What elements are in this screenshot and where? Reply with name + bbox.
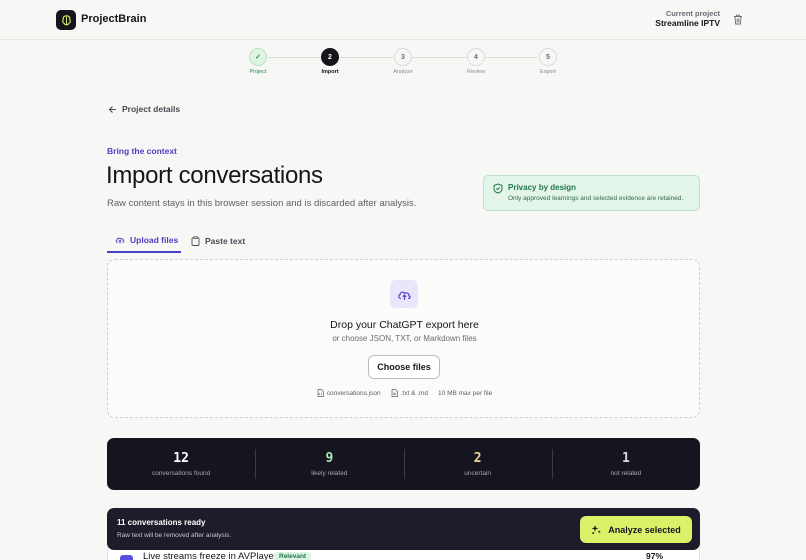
tab-label: Upload files <box>130 234 179 245</box>
back-link[interactable]: Project details <box>108 104 180 114</box>
step-indicator: 2 <box>321 48 339 66</box>
app-logo-icon[interactable] <box>56 10 76 30</box>
stat-likely-related: 9 likely related <box>255 438 403 490</box>
privacy-text: Only approved learnings and selected evi… <box>508 195 684 202</box>
ready-title: 11 conversations ready <box>117 518 206 527</box>
step-indicator: 4 <box>467 48 485 66</box>
step-label: Analyze <box>393 69 413 75</box>
stat-value: 1 <box>621 451 630 466</box>
dropzone-subtitle: or choose JSON, TXT, or Markdown files <box>332 334 477 343</box>
step-label: Export <box>540 69 556 75</box>
app-name: ProjectBrain <box>81 13 147 25</box>
arrow-left-icon <box>108 105 116 113</box>
file-hints: conversations.json .txt & .md 10 MB max … <box>108 389 701 397</box>
tab-label: Paste text <box>205 235 246 246</box>
page-subtitle: Raw content stays in this browser sessio… <box>107 198 417 209</box>
progress-stepper: ✓ Project 2 Import 3 Analyze 4 Review 5 … <box>248 48 558 80</box>
relevance-score: 97% <box>645 551 663 560</box>
section-eyebrow: Bring the context <box>107 146 177 156</box>
stat-label: conversations found <box>152 470 211 477</box>
current-project-name[interactable]: Streamline IPTV <box>655 18 720 28</box>
step-export: 5 Export <box>538 48 558 75</box>
stat-label: likely related <box>311 470 348 477</box>
stat-label: uncertain <box>464 470 491 477</box>
sparkle-icon <box>591 525 602 535</box>
step-indicator: 5 <box>539 48 557 66</box>
step-indicator: ✓ <box>249 48 267 66</box>
back-link-label: Project details <box>122 104 181 114</box>
conversation-title: Live streams freeze in AVPlayer <box>143 551 277 560</box>
current-project-label: Current project <box>665 9 720 18</box>
import-tabs: Upload files Paste text <box>107 228 700 253</box>
hint-label: 10 MB max per file <box>438 389 493 397</box>
step-label: Import <box>321 69 339 75</box>
cloud-upload-icon <box>397 291 411 300</box>
analyze-selected-button[interactable]: Analyze selected <box>580 516 692 543</box>
stat-value: 2 <box>473 451 482 466</box>
cloud-upload-icon <box>115 237 125 244</box>
brain-icon <box>61 14 71 25</box>
stat-label: not related <box>610 470 642 477</box>
step-indicator: 3 <box>394 48 412 66</box>
choose-files-button[interactable]: Choose files <box>368 355 440 379</box>
analyze-button-label: Analyze selected <box>608 524 681 535</box>
top-bar: ProjectBrain Current project Streamline … <box>0 0 806 40</box>
file-dropzone[interactable]: Drop your ChatGPT export here or choose … <box>107 259 700 418</box>
file-code-icon <box>317 389 324 397</box>
ready-bar: 11 conversations ready Raw text will be … <box>107 508 700 550</box>
hint-label: .txt & .md <box>400 389 429 397</box>
privacy-notice: Privacy by design Only approved learning… <box>483 175 700 211</box>
file-text-icon <box>391 389 398 397</box>
tab-upload-files[interactable]: Upload files <box>107 228 181 253</box>
step-review: 4 Review <box>466 48 486 75</box>
hint-size: 10 MB max per file <box>438 389 492 397</box>
trash-icon[interactable] <box>733 14 743 25</box>
dropzone-title: Drop your ChatGPT export here <box>330 319 479 331</box>
step-analyze: 3 Analyze <box>393 48 413 75</box>
privacy-title: Privacy by design <box>508 183 577 192</box>
stat-value: 9 <box>325 451 334 466</box>
import-stats: 12 conversations found 9 likely related … <box>107 438 700 490</box>
hint-json: conversations.json <box>317 389 381 397</box>
ready-subtitle: Raw text will be removed after analysis. <box>117 532 232 539</box>
row-checkbox[interactable] <box>120 555 133 560</box>
page-title: Import conversations <box>106 162 323 189</box>
hint-label: conversations.json <box>326 389 381 397</box>
stat-not-related: 1 not related <box>551 438 700 490</box>
stat-value: 12 <box>173 451 189 466</box>
tab-paste-text[interactable]: Paste text <box>191 228 245 253</box>
stat-found: 12 conversations found <box>107 438 255 490</box>
relevance-badge: Relevant <box>274 552 312 560</box>
shield-check-icon <box>493 183 503 194</box>
step-import[interactable]: 2 Import <box>320 48 340 75</box>
hint-txt-md: .txt & .md <box>391 389 428 397</box>
upload-icon-box <box>390 280 418 308</box>
stat-uncertain: 2 uncertain <box>403 438 552 490</box>
step-project[interactable]: ✓ Project <box>248 48 268 75</box>
step-label: Project <box>249 69 267 75</box>
clipboard-icon <box>191 235 200 246</box>
step-label: Review <box>466 69 486 75</box>
